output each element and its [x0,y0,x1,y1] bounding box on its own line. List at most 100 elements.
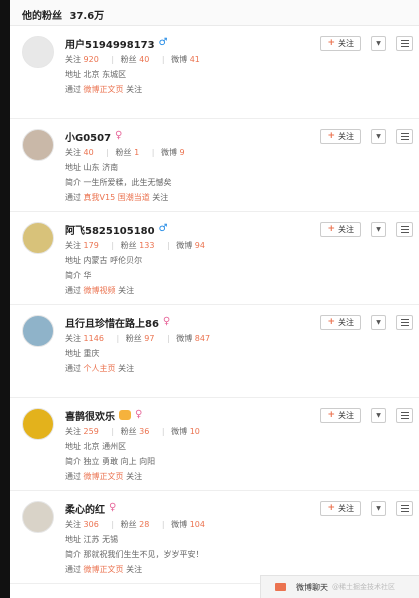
user-name-link[interactable]: 用户5194998173 [65,36,155,51]
menu-button[interactable] [396,36,413,51]
follow-button[interactable]: + 关注 [320,315,361,330]
user-bio: 简介 一生所爱糅，此生无憾矣 [65,178,172,187]
fans-count-value[interactable]: 133 [139,241,154,250]
menu-button[interactable] [396,315,413,330]
list-item: 阿飞5825105180 ♂ 关注 179 | 粉丝 133 | 微博 94 地… [10,212,419,305]
user-stats: 关注 1146 | 粉丝 97 | 微博 847 [65,334,211,343]
user-actions: + 关注 ▼ [320,36,413,51]
menu-button[interactable] [396,129,413,144]
via-source-link[interactable]: 微博正文页 [84,472,124,481]
weibo-count[interactable]: 9 [180,148,185,157]
chevron-down-icon: ▼ [376,412,381,419]
avatar[interactable] [22,36,54,68]
user-bio: 简介 华 [65,271,92,280]
user-location: 地址 江苏 无锡 [65,535,119,544]
fans-count-value[interactable]: 40 [139,55,149,64]
more-dropdown-button[interactable]: ▼ [371,315,386,330]
via-source-link[interactable]: 微博正文页 [84,565,124,574]
female-icon: ♀ [135,409,143,420]
chevron-down-icon: ▼ [376,319,381,326]
user-location: 地址 山东 济南 [65,163,119,172]
plus-icon: + [327,131,335,141]
follow-button[interactable]: + 关注 [320,129,361,144]
user-info: 且行且珍惜在路上86 ♀ 关注 1146 | 粉丝 97 | 微博 847 地址… [65,315,315,374]
via-source-link[interactable]: 真我V15 国潮当道 [84,193,150,202]
follow-button[interactable]: + 关注 [320,222,361,237]
weibo-count[interactable]: 104 [190,520,205,529]
user-stats: 关注 259 | 粉丝 36 | 微博 10 [65,427,200,436]
following-count[interactable]: 1146 [84,334,104,343]
following-count[interactable]: 40 [84,148,94,157]
female-icon: ♀ [162,316,171,327]
fans-count-value[interactable]: 36 [139,427,149,436]
plus-icon: + [327,410,335,420]
plus-icon: + [327,317,335,327]
user-name-link[interactable]: 柔心的红 [65,501,105,516]
more-dropdown-button[interactable]: ▼ [371,129,386,144]
list-item: 喜鹊很欢乐 ♀ 关注 259 | 粉丝 36 | 微博 10 地址 北京 通州区… [10,398,419,491]
weibo-count[interactable]: 10 [190,427,200,436]
chevron-down-icon: ▼ [376,226,381,233]
user-info: 柔心的红 ♀ 关注 306 | 粉丝 28 | 微博 104 地址 江苏 无锡 … [65,501,315,575]
fans-list: 用户5194998173 ♂ 关注 920 | 粉丝 40 | 微博 41 地址… [10,26,419,584]
more-dropdown-button[interactable]: ▼ [371,501,386,516]
fans-count-value[interactable]: 97 [144,334,154,343]
user-stats: 关注 179 | 粉丝 133 | 微博 94 [65,241,205,250]
via-row: 通过 微博正文页 关注 [65,565,143,574]
user-actions: + 关注 ▼ [320,408,413,423]
via-source-link[interactable]: 微博正文页 [84,85,124,94]
user-location: 地址 内蒙古 呼伦贝尔 [65,256,143,265]
following-count[interactable]: 306 [84,520,99,529]
avatar[interactable] [22,129,54,161]
via-row: 通过 微博视频 关注 [65,286,135,295]
page-title: 他的粉丝 37.6万 [10,0,419,26]
male-icon: ♂ [158,37,168,48]
avatar[interactable] [22,222,54,254]
chevron-down-icon: ▼ [376,133,381,140]
menu-button[interactable] [396,501,413,516]
menu-button[interactable] [396,408,413,423]
weibo-count[interactable]: 847 [195,334,210,343]
avatar[interactable] [22,408,54,440]
member-badge-icon [119,410,131,420]
avatar[interactable] [22,501,54,533]
more-dropdown-button[interactable]: ▼ [371,36,386,51]
follow-button[interactable]: + 关注 [320,36,361,51]
more-dropdown-button[interactable]: ▼ [371,408,386,423]
list-item: 且行且珍惜在路上86 ♀ 关注 1146 | 粉丝 97 | 微博 847 地址… [10,305,419,398]
following-count[interactable]: 179 [84,241,99,250]
user-info: 用户5194998173 ♂ 关注 920 | 粉丝 40 | 微博 41 地址… [65,36,315,95]
via-source-link[interactable]: 个人主页 [84,364,116,373]
avatar[interactable] [22,315,54,347]
via-row: 通过 真我V15 国潮当道 关注 [65,193,169,202]
follow-button[interactable]: + 关注 [320,408,361,423]
user-info: 小G0507 ♀ 关注 40 | 粉丝 1 | 微博 9 地址 山东 济南 简介… [65,129,315,203]
menu-button[interactable] [396,222,413,237]
via-row: 通过 微博正文页 关注 [65,85,143,94]
chat-label: 微博聊天 [296,582,328,592]
plus-icon: + [327,224,335,234]
user-name-link[interactable]: 阿飞5825105180 [65,222,155,237]
follow-button[interactable]: + 关注 [320,501,361,516]
following-count[interactable]: 259 [84,427,99,436]
via-source-link[interactable]: 微博视频 [84,286,116,295]
weibo-count[interactable]: 41 [190,55,200,64]
fans-count-value[interactable]: 1 [134,148,139,157]
user-bio: 简介 独立 勇敢 向上 向阳 [65,457,156,466]
weibo-count[interactable]: 94 [195,241,205,250]
more-dropdown-button[interactable]: ▼ [371,222,386,237]
left-dark-strip [0,0,10,598]
user-actions: + 关注 ▼ [320,315,413,330]
list-item: 柔心的红 ♀ 关注 306 | 粉丝 28 | 微博 104 地址 江苏 无锡 … [10,491,419,584]
user-stats: 关注 40 | 粉丝 1 | 微博 9 [65,148,185,157]
fans-count-value[interactable]: 28 [139,520,149,529]
user-name-link[interactable]: 喜鹊很欢乐 [65,408,115,423]
plus-icon: + [327,38,335,48]
following-count[interactable]: 920 [84,55,99,64]
fans-count: 37.6万 [69,11,105,22]
chat-bar[interactable]: 微博聊天 @稀土掘金技术社区 [260,575,419,598]
list-item: 用户5194998173 ♂ 关注 920 | 粉丝 40 | 微博 41 地址… [10,26,419,119]
via-row: 通过 微博正文页 关注 [65,472,143,481]
user-name-link[interactable]: 小G0507 [65,129,111,144]
user-name-link[interactable]: 且行且珍惜在路上86 [65,315,159,330]
